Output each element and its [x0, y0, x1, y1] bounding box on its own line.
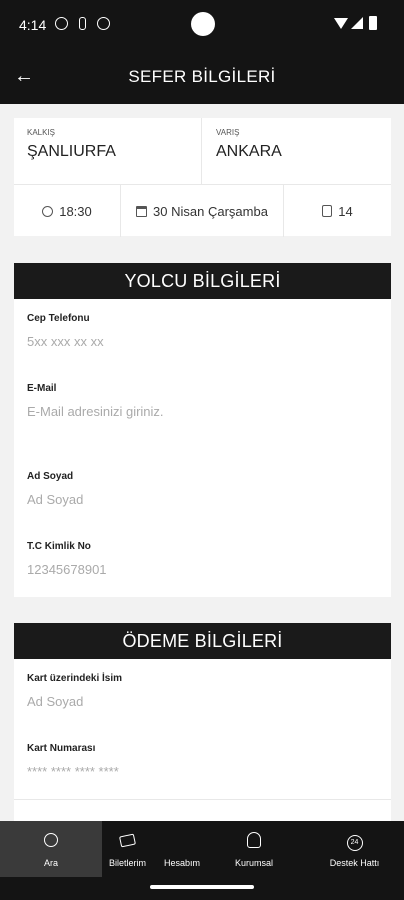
- passenger-info-card: YOLCU BİLGİLERİ Cep Telefonu E-Mail Ad S…: [14, 263, 391, 597]
- wifi-icon: [334, 18, 348, 29]
- nav-item-biletlerim[interactable]: Biletlerim: [100, 821, 155, 877]
- email-input[interactable]: [27, 404, 367, 419]
- departure-city: ŞANLIURFA: [27, 143, 116, 160]
- seat-number: 14: [284, 185, 391, 237]
- search-icon: [44, 833, 58, 847]
- ticket-icon: [119, 833, 136, 848]
- tc-label: T.C Kimlik No: [27, 541, 91, 552]
- mic-icon: [79, 17, 86, 30]
- payment-divider: [14, 799, 391, 800]
- status-time: 4:14: [19, 17, 47, 33]
- card-number-label: Kart Numarası: [27, 743, 96, 754]
- nav-label-hesabim: Hesabım: [163, 858, 200, 868]
- home-indicator[interactable]: [150, 885, 254, 889]
- person-icon: [247, 832, 261, 848]
- phone-input[interactable]: [27, 334, 367, 349]
- camera-cutout: [191, 12, 215, 36]
- page-title: SEFER BİLGİLERİ: [128, 67, 276, 86]
- email-field-group: E-Mail: [27, 383, 367, 421]
- arrival-block: VARIŞ ANKARA: [203, 118, 391, 184]
- bottom-navigation: Ara Biletlerim Hesabım Kurumsal 24 Deste…: [0, 821, 404, 877]
- arrival-city: ANKARA: [216, 143, 282, 160]
- card-number-input[interactable]: [27, 764, 367, 779]
- phone-label: Cep Telefonu: [27, 313, 90, 324]
- email-label: E-Mail: [27, 383, 57, 394]
- headset-icon: 24: [346, 835, 363, 851]
- tc-field-group: T.C Kimlik No: [27, 541, 367, 579]
- seat-number-value: 14: [338, 203, 353, 219]
- passenger-section-header: YOLCU BİLGİLERİ: [14, 263, 391, 299]
- nav-item-ara[interactable]: Ara: [0, 821, 102, 877]
- status-bar: 4:14: [0, 0, 404, 50]
- route-card: KALKIŞ ŞANLIURFA VARIŞ ANKARA 18:30 30 N…: [14, 118, 391, 237]
- calendar-icon: [136, 205, 148, 217]
- name-label: Ad Soyad: [27, 471, 74, 482]
- card-name-input[interactable]: [27, 694, 367, 709]
- nav-label-biletlerim: Biletlerim: [108, 858, 146, 868]
- departure-time: 18:30: [14, 185, 121, 237]
- card-number-field-group: Kart Numarası: [27, 743, 367, 781]
- gesture-bar: [0, 877, 404, 900]
- nav-item-destek-hatti[interactable]: 24 Destek Hattı: [305, 821, 404, 877]
- seat-icon: [322, 205, 333, 217]
- battery-icon: [369, 16, 377, 30]
- name-field-group: Ad Soyad: [27, 471, 367, 509]
- signal-icon: [351, 17, 363, 29]
- nav-label-kurumsal: Kurumsal: [234, 858, 273, 868]
- departure-block: KALKIŞ ŞANLIURFA: [14, 118, 202, 184]
- card-name-label: Kart üzerindeki İsim: [27, 673, 123, 684]
- nav-label-ara: Ara: [43, 858, 58, 868]
- tc-input[interactable]: [27, 562, 367, 577]
- card-name-field-group: Kart üzerindeki İsim: [27, 673, 367, 711]
- travel-date: 30 Nisan Çarşamba: [121, 185, 284, 237]
- payment-section-header: ÖDEME BİLGİLERİ: [14, 623, 391, 659]
- clock-icon: [42, 205, 54, 217]
- trip-details-row: 18:30 30 Nisan Çarşamba 14: [14, 184, 391, 237]
- app-bar: ← SEFER BİLGİLERİ: [0, 50, 404, 104]
- name-input[interactable]: [27, 492, 367, 507]
- nav-label-destek-hatti: Destek Hattı: [329, 858, 380, 868]
- payment-info-card: ÖDEME BİLGİLERİ Kart üzerindeki İsim Kar…: [14, 623, 391, 833]
- arrival-label: VARIŞ: [216, 128, 240, 137]
- departure-time-value: 18:30: [59, 203, 92, 219]
- nav-item-hesabim[interactable]: Hesabım: [155, 821, 209, 877]
- departure-label: KALKIŞ: [27, 128, 56, 137]
- notification-icon: [55, 17, 68, 30]
- travel-date-value: 30 Nisan Çarşamba: [153, 203, 268, 219]
- app-notification-icon: [97, 17, 110, 30]
- nav-item-kurumsal[interactable]: Kurumsal: [209, 821, 299, 877]
- phone-field-group: Cep Telefonu: [27, 313, 367, 351]
